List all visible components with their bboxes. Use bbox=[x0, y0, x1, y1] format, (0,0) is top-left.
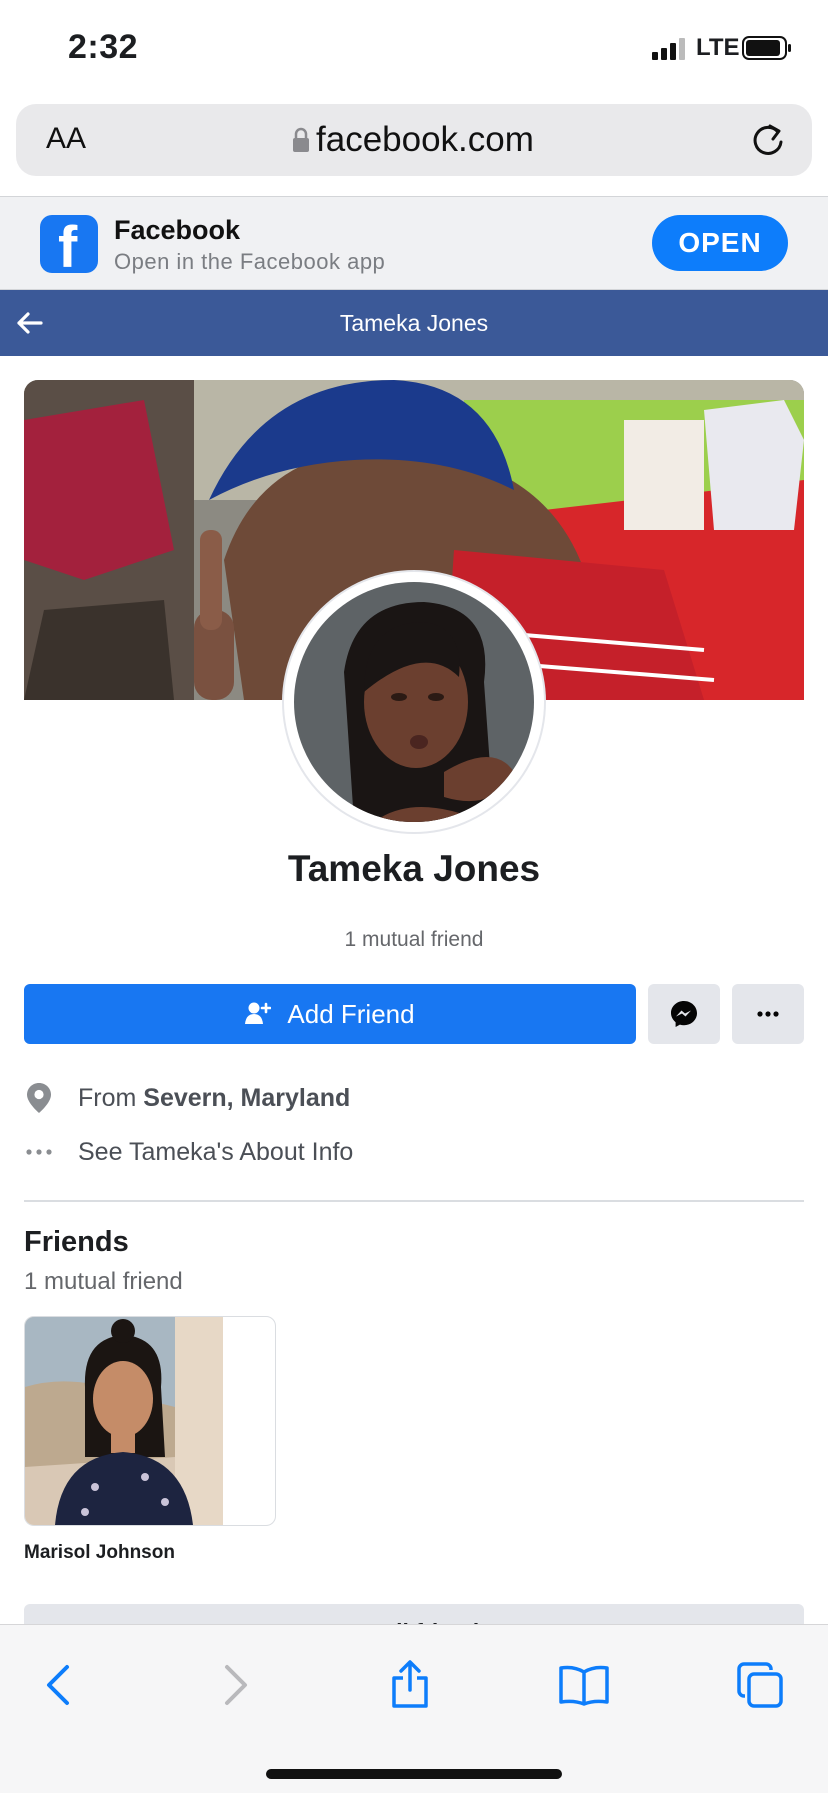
home-indicator[interactable] bbox=[266, 1769, 562, 1779]
more-options-button[interactable] bbox=[732, 984, 804, 1044]
more-icon bbox=[757, 1011, 779, 1017]
ellipsis-icon bbox=[24, 1137, 54, 1167]
share-button[interactable] bbox=[380, 1655, 440, 1715]
friend-card[interactable] bbox=[24, 1316, 276, 1526]
hometown-row: From Severn, Maryland bbox=[24, 1083, 350, 1113]
profile-picture-frame[interactable] bbox=[284, 572, 544, 832]
facebook-logo-icon: f bbox=[40, 215, 98, 273]
signal-icon bbox=[652, 38, 685, 60]
browser-back-button[interactable] bbox=[28, 1655, 88, 1715]
bookmarks-icon bbox=[559, 1665, 609, 1706]
status-bar: 2:32 LTE bbox=[0, 0, 828, 96]
add-friend-button[interactable]: Add Friend bbox=[24, 984, 636, 1044]
status-time: 2:32 bbox=[68, 28, 139, 66]
lock-icon bbox=[293, 127, 309, 152]
open-app-button[interactable]: OPEN bbox=[652, 215, 788, 271]
header-title: Tameka Jones bbox=[339, 310, 489, 336]
app-subtitle: Open in the Facebook app bbox=[114, 249, 386, 274]
hometown-value[interactable]: Severn, Maryland bbox=[143, 1084, 350, 1113]
safari-forward-icon bbox=[225, 1665, 247, 1705]
friends-section-subtitle: 1 mutual friend bbox=[24, 1268, 183, 1295]
tabs-icon bbox=[737, 1662, 783, 1708]
url-text: facebook.com bbox=[316, 120, 534, 159]
profile-picture[interactable] bbox=[294, 582, 534, 822]
url-field[interactable]: facebook.com bbox=[292, 118, 534, 162]
browser-toolbar bbox=[0, 1624, 828, 1793]
address-bar[interactable]: AA facebook.com bbox=[16, 104, 812, 176]
messenger-icon bbox=[671, 1001, 697, 1027]
about-info-link[interactable]: See Tameka's About Info bbox=[78, 1138, 353, 1167]
bookmarks-button[interactable] bbox=[554, 1655, 614, 1715]
app-name: Facebook bbox=[114, 215, 241, 245]
profile-name: Tameka Jones bbox=[287, 848, 541, 889]
profile-header-bar: Tameka Jones bbox=[0, 290, 828, 356]
hometown-prefix: From bbox=[78, 1083, 144, 1112]
friend-photo[interactable] bbox=[25, 1317, 223, 1525]
battery-icon bbox=[742, 36, 791, 60]
mutual-friends-count[interactable]: 1 mutual friend bbox=[0, 928, 828, 952]
friend-name[interactable]: Marisol Johnson bbox=[24, 1542, 175, 1564]
section-divider bbox=[24, 1200, 804, 1202]
about-info-row[interactable]: See Tameka's About Info bbox=[24, 1137, 353, 1167]
tabs-button[interactable] bbox=[730, 1655, 790, 1715]
add-friend-label: Add Friend bbox=[287, 998, 415, 1029]
browser-forward-button[interactable] bbox=[206, 1655, 266, 1715]
share-icon bbox=[392, 1660, 428, 1708]
message-button[interactable] bbox=[648, 984, 720, 1044]
text-size-label: AA bbox=[46, 122, 87, 155]
reload-icon[interactable] bbox=[748, 120, 788, 160]
friends-section-title[interactable]: Friends bbox=[24, 1226, 129, 1259]
network-label: LTE bbox=[696, 34, 740, 61]
location-pin-icon bbox=[24, 1083, 54, 1113]
safari-back-icon bbox=[47, 1665, 69, 1705]
smart-app-banner: f Facebook Open in the Facebook app OPEN bbox=[0, 196, 828, 290]
text-size-button[interactable]: AA bbox=[46, 122, 86, 156]
add-person-icon bbox=[245, 1002, 272, 1024]
